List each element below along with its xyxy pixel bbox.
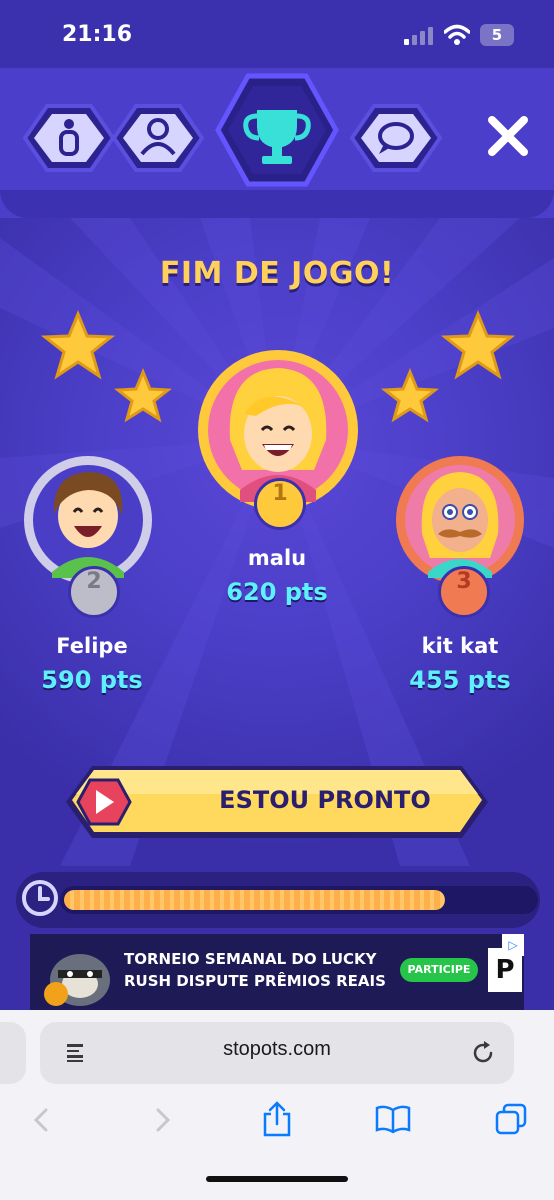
star-icon <box>380 368 440 423</box>
player-name-2: Felipe <box>56 634 128 658</box>
forward-icon[interactable] <box>148 1106 176 1134</box>
battery-level: 5 <box>491 26 503 44</box>
player-points-1: 620 pts <box>226 578 328 606</box>
rank-badge-3: 3 <box>438 566 490 618</box>
timer-bar-fill <box>64 890 445 910</box>
star-icons-right <box>380 310 516 423</box>
close-icon[interactable] <box>484 112 532 160</box>
reload-icon[interactable] <box>470 1040 496 1066</box>
wifi-icon <box>444 24 470 45</box>
previous-tab-peek[interactable] <box>0 1022 26 1084</box>
clock-icon <box>22 880 58 916</box>
ad-cta-button[interactable]: PARTICIPE <box>400 958 478 982</box>
player-points-3: 455 pts <box>409 666 511 694</box>
battery-indicator: 5 <box>480 24 514 46</box>
rank-badge-2: 2 <box>68 566 120 618</box>
tab-chat[interactable] <box>349 104 443 172</box>
cellular-signal-icon <box>404 27 433 45</box>
star-icon <box>40 310 116 380</box>
home-indicator <box>206 1176 348 1182</box>
nav-tabs <box>22 73 443 187</box>
rank-badge-1: 1 <box>254 478 306 530</box>
player-points-2: 590 pts <box>41 666 143 694</box>
bookmarks-icon[interactable] <box>374 1104 412 1134</box>
page-title: FIM DE JOGO! <box>159 256 395 291</box>
star-icon <box>113 368 173 423</box>
tab-ranking[interactable] <box>215 73 339 187</box>
ready-button-label: ESTOU PRONTO <box>219 786 431 814</box>
tabs-icon[interactable] <box>494 1102 528 1136</box>
star-icons-left <box>40 310 173 423</box>
tab-players[interactable] <box>111 104 205 172</box>
share-icon[interactable] <box>260 1100 294 1138</box>
tab-info[interactable] <box>22 104 116 172</box>
raccoon-mascot-icon <box>44 954 110 1006</box>
player-name-1: malu <box>247 546 307 570</box>
ad-headline: TORNEIO SEMANAL DO LUCKY RUSH DISPUTE PR… <box>124 950 386 990</box>
back-icon[interactable] <box>28 1106 56 1134</box>
url-text[interactable]: stopots.com <box>40 1038 514 1061</box>
play-icon <box>76 778 132 826</box>
status-time: 21:16 <box>62 22 133 47</box>
player-name-3: kit kat <box>421 634 499 658</box>
ad-choices-icon[interactable]: ▷ <box>502 934 524 956</box>
star-icon <box>440 310 516 380</box>
